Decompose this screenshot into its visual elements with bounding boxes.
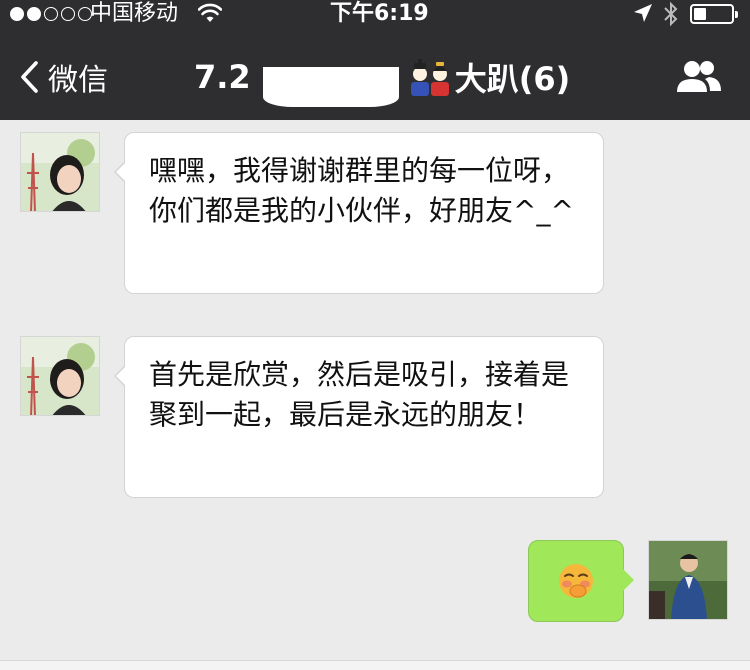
signal-strength-icon bbox=[10, 7, 92, 21]
title-suffix: 大趴(6) bbox=[454, 60, 571, 98]
message-text: 嘿嘿，我得谢谢群里的每一位呀，你们都是我的小伙伴，好朋友^_^ bbox=[149, 154, 574, 227]
avatar-image bbox=[649, 541, 727, 619]
title-prefix: 7.2 bbox=[194, 58, 251, 96]
avatar-image bbox=[21, 337, 99, 415]
clock: 下午6:19 bbox=[330, 1, 429, 26]
dolls-emoji-icon bbox=[410, 59, 449, 96]
nav-bar: 微信 7.2 大趴(6) bbox=[0, 40, 750, 120]
blushing-face-emoji-icon bbox=[559, 564, 593, 598]
message-bubble-self[interactable] bbox=[528, 540, 634, 622]
redacted-region bbox=[262, 67, 399, 107]
avatar-self[interactable] bbox=[648, 540, 728, 620]
avatar-sender[interactable] bbox=[20, 336, 100, 416]
back-button[interactable]: 微信 bbox=[18, 54, 108, 100]
battery-icon bbox=[690, 4, 738, 24]
avatar-image bbox=[21, 133, 99, 211]
message-text: 首先是欣赏，然后是吸引，接着是聚到一起，最后是永远的朋友！ bbox=[149, 358, 570, 431]
top-bar: 中国移动 下午6:19 微信 7.2 大趴(6) bbox=[0, 0, 750, 120]
chat-title: 7.2 大趴(6) bbox=[194, 54, 571, 107]
message-bubble[interactable]: 首先是欣赏，然后是吸引，接着是聚到一起，最后是永远的朋友！ bbox=[114, 336, 604, 498]
avatar-sender[interactable] bbox=[20, 132, 100, 212]
back-label: 微信 bbox=[48, 63, 108, 98]
status-bar: 中国移动 下午6:19 bbox=[0, 0, 750, 28]
group-members-icon[interactable] bbox=[676, 58, 722, 94]
wifi-icon bbox=[198, 3, 222, 22]
message-bubble[interactable]: 嘿嘿，我得谢谢群里的每一位呀，你们都是我的小伙伴，好朋友^_^ bbox=[114, 132, 604, 294]
input-bar-edge bbox=[0, 660, 750, 670]
carrier-name: 中国移动 bbox=[90, 1, 179, 26]
bluetooth-icon bbox=[664, 1, 678, 27]
location-arrow-icon bbox=[634, 4, 652, 22]
chevron-left-icon bbox=[21, 61, 38, 93]
